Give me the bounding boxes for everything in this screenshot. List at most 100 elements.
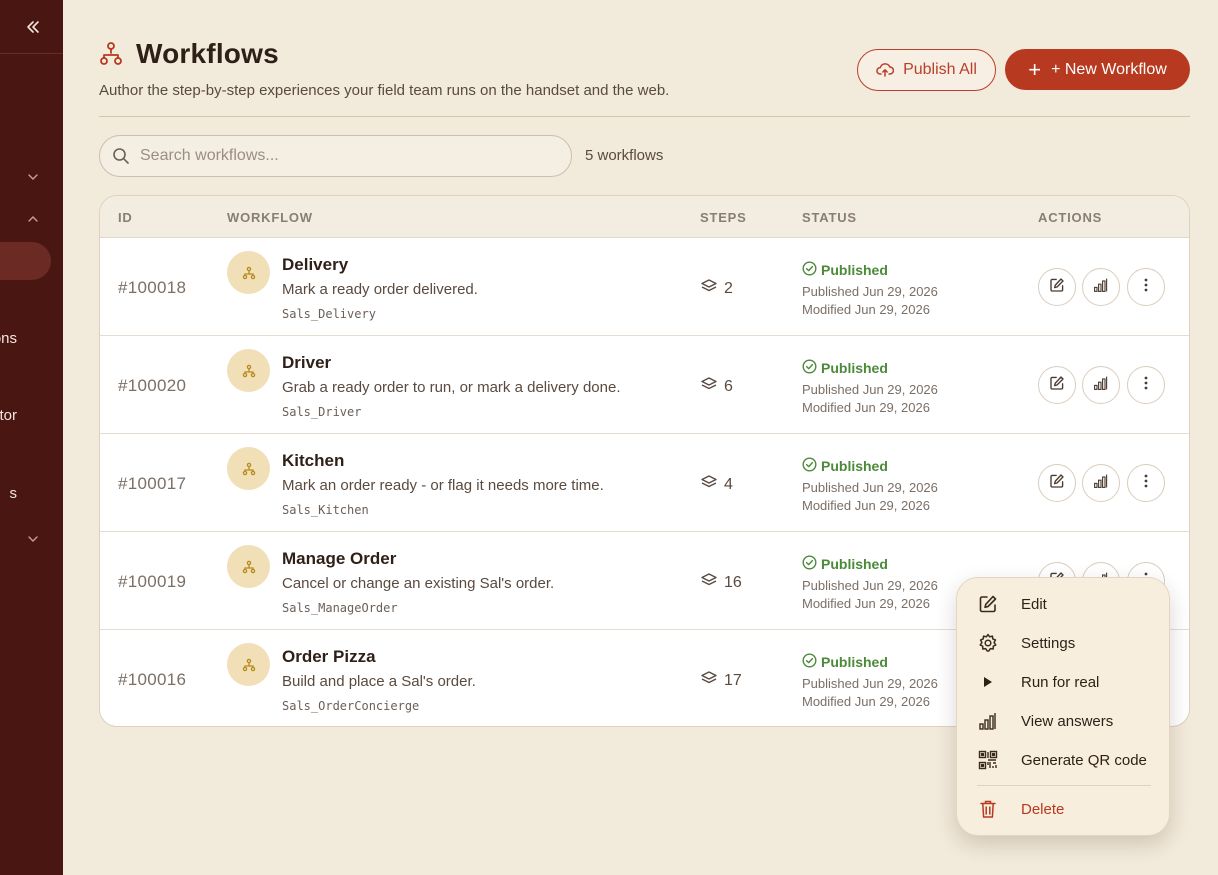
check-circle-icon (802, 359, 821, 377)
table-row[interactable]: #100020 Driver Grab a ready order to run, … (100, 336, 1189, 434)
workflow-avatar-icon (227, 545, 270, 588)
workflow-code: Sals_OrderConcierge (282, 699, 420, 713)
search-icon (113, 148, 129, 164)
edit-button[interactable] (1038, 268, 1076, 306)
more-vertical-icon (1144, 278, 1148, 297)
view-answers-button[interactable] (1082, 464, 1120, 502)
sidebar-item-label[interactable]: ctor (0, 407, 17, 424)
published-date: Published Jun 29, 2026 (802, 284, 938, 299)
workflow-icon (100, 42, 122, 65)
workflow-name[interactable]: Delivery (282, 255, 348, 275)
workflow-code: Sals_Delivery (282, 307, 376, 321)
trash-icon (977, 798, 999, 820)
bar-chart-icon (1093, 277, 1109, 298)
workflow-id: #100019 (118, 572, 187, 591)
edit-icon (977, 593, 999, 615)
steps-count: 4 (724, 475, 733, 493)
sidebar-active-item[interactable] (0, 242, 51, 280)
search-box[interactable] (99, 135, 572, 177)
status-badge: Published (802, 261, 888, 279)
layers-icon (700, 670, 724, 691)
menu-item-delete[interactable]: Delete (957, 791, 1171, 827)
sidebar-item-label[interactable]: s (10, 485, 18, 502)
menu-item-label: Run for real (1021, 673, 1100, 691)
modified-date: Modified Jun 29, 2026 (802, 596, 930, 611)
workflow-avatar-icon (227, 643, 270, 686)
workflow-description: Grab a ready order to run, or mark a del… (282, 379, 621, 396)
more-actions-button[interactable] (1127, 366, 1165, 404)
table-header: ID WORKFLOW STEPS STATUS ACTIONS (100, 196, 1189, 238)
published-date: Published Jun 29, 2026 (802, 676, 938, 691)
layers-icon (700, 278, 724, 299)
steps-count: 2 (724, 279, 733, 297)
header-divider (99, 116, 1190, 117)
gear-icon (977, 632, 999, 654)
status-label: Published (821, 360, 888, 376)
bar-chart-icon (977, 710, 999, 732)
menu-item-settings[interactable]: Settings (957, 625, 1171, 661)
search-input[interactable] (140, 147, 540, 165)
publish-all-button[interactable]: Publish All (857, 49, 996, 91)
new-workflow-button[interactable]: + + New Workflow (1005, 49, 1190, 90)
status-badge: Published (802, 457, 888, 475)
column-header-workflow: WORKFLOW (227, 210, 313, 225)
menu-divider (977, 785, 1151, 786)
chevron-down-icon[interactable] (26, 170, 40, 184)
workflow-name[interactable]: Kitchen (282, 451, 344, 471)
status-label: Published (821, 458, 888, 474)
status-label: Published (821, 262, 888, 278)
workflow-id: #100018 (118, 278, 187, 297)
view-answers-button[interactable] (1082, 366, 1120, 404)
modified-date: Modified Jun 29, 2026 (802, 498, 930, 513)
view-answers-button[interactable] (1082, 268, 1120, 306)
table-row[interactable]: #100018 Delivery Mark a ready order delive… (100, 238, 1189, 336)
workflow-description: Mark an order ready - or flag it needs m… (282, 477, 604, 494)
bar-chart-icon (1093, 375, 1109, 396)
column-header-actions: ACTIONS (1038, 210, 1103, 225)
play-icon (977, 671, 999, 693)
column-header-steps: STEPS (700, 210, 747, 225)
page-header: Workflows (99, 38, 279, 70)
workflow-description: Mark a ready order delivered. (282, 281, 478, 298)
layers-icon (700, 376, 724, 397)
menu-item-view-answers[interactable]: View answers (957, 703, 1171, 739)
table-row[interactable]: #100017 Kitchen Mark an order ready - or f… (100, 434, 1189, 532)
workflow-id: #100017 (118, 474, 187, 493)
workflow-id: #100016 (118, 670, 187, 689)
workflow-name[interactable]: Order Pizza (282, 647, 376, 667)
menu-item-label: Settings (1021, 634, 1076, 652)
steps-count: 17 (724, 671, 742, 689)
more-actions-button[interactable] (1127, 464, 1165, 502)
more-actions-button[interactable] (1127, 268, 1165, 306)
menu-item-label: Generate QR code (1021, 751, 1147, 769)
menu-item-label: Delete (1021, 800, 1065, 818)
menu-item-label: View answers (1021, 712, 1114, 730)
edit-button[interactable] (1038, 464, 1076, 502)
edit-button[interactable] (1038, 366, 1076, 404)
workflow-code: Sals_Kitchen (282, 503, 369, 517)
workflow-avatar-icon (227, 447, 270, 490)
chevron-up-icon[interactable] (26, 212, 40, 226)
menu-item-run-for-real[interactable]: Run for real (957, 664, 1171, 700)
more-vertical-icon (1144, 474, 1148, 493)
menu-item-edit[interactable]: Edit (957, 586, 1171, 622)
workflow-description: Cancel or change an existing Sal's order… (282, 575, 555, 592)
workflow-code: Sals_Driver (282, 405, 362, 419)
status-badge: Published (802, 653, 888, 671)
collapse-sidebar-button[interactable] (0, 0, 63, 54)
qr-code-icon (977, 749, 999, 771)
menu-item-generate-qr-code[interactable]: Generate QR code (957, 742, 1171, 778)
workflow-steps: 6 (700, 376, 733, 397)
workflow-name[interactable]: Manage Order (282, 549, 396, 569)
chevron-down-icon[interactable] (26, 532, 40, 546)
check-circle-icon (802, 261, 821, 279)
column-header-id: ID (118, 210, 133, 225)
workflow-avatar-icon (227, 251, 270, 294)
edit-icon (1049, 375, 1065, 396)
edit-icon (1049, 473, 1065, 494)
workflow-id: #100020 (118, 376, 187, 395)
workflow-name[interactable]: Driver (282, 353, 331, 373)
status-badge: Published (802, 359, 888, 377)
layers-icon (700, 572, 724, 593)
sidebar-item-label[interactable]: ons (0, 330, 17, 347)
